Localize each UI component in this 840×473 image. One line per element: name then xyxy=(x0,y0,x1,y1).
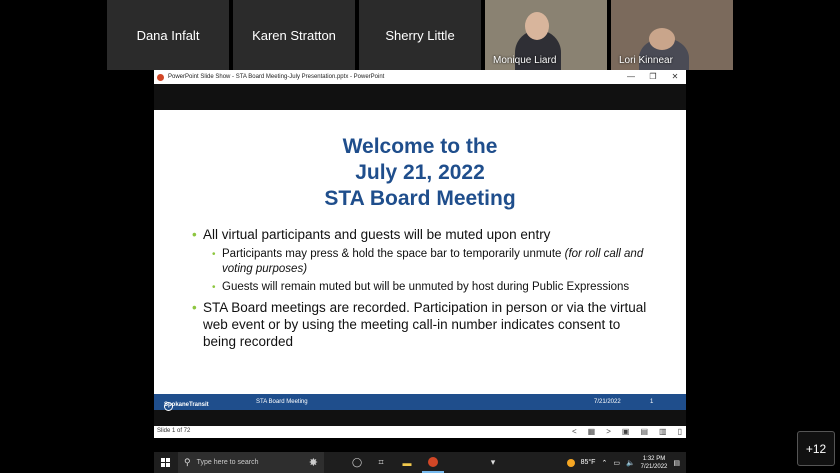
widgets-icon[interactable]: ⌗ xyxy=(370,452,392,473)
search-placeholder: Type here to search xyxy=(196,459,259,466)
close-button[interactable]: ✕ xyxy=(664,70,686,84)
participant-video-tile[interactable]: Lori Kinnear xyxy=(611,0,733,70)
window-title-bar: PowerPoint Slide Show - STA Board Meetin… xyxy=(154,70,686,84)
notifications-icon[interactable]: ▤ xyxy=(673,459,680,467)
minimize-button[interactable]: — xyxy=(620,70,642,84)
slideshow-status-bar: Slide 1 of 72 < ▦ > ▣ ▤ ▥ ▯ xyxy=(154,426,686,438)
slide-sorter-button[interactable]: ▤ xyxy=(640,427,648,436)
slide: Welcome to the July 21, 2022 STA Board M… xyxy=(154,110,686,411)
participant-name: Monique Liard xyxy=(493,55,557,66)
reading-view-button[interactable]: ▥ xyxy=(659,427,667,436)
slide-title-line: STA Board Meeting xyxy=(324,187,516,210)
powerpoint-icon xyxy=(157,73,164,81)
sub-bullet: Guests will remain muted but will be unm… xyxy=(212,280,652,295)
next-slide-button[interactable]: > xyxy=(606,427,611,436)
weather-icon xyxy=(566,458,575,467)
participant-video xyxy=(525,12,549,40)
volume-icon[interactable]: 🔈 xyxy=(626,459,635,467)
participant-tile[interactable]: Dana Infalt xyxy=(107,0,229,70)
participant-video-tile[interactable]: Monique Liard xyxy=(485,0,607,70)
system-tray: 85°F ⌃ ▭ 🔈 1:32 PM 7/21/2022 ▤ xyxy=(566,452,686,473)
slide-title-line: July 21, 2022 xyxy=(355,161,485,184)
windows-taskbar: ⚲ Type here to search ✸ ◯ ⌗ ▬ ▾ 85°F ⌃ ▭… xyxy=(154,452,686,473)
search-highlight-icon: ✸ xyxy=(308,457,318,469)
sub-bullet: Participants may press & hold the space … xyxy=(212,247,652,277)
restore-button[interactable]: ❐ xyxy=(642,70,664,84)
clock-date: 7/21/2022 xyxy=(640,463,668,470)
slide-menu-button[interactable]: ▦ xyxy=(588,427,596,436)
participant-name: Dana Infalt xyxy=(136,27,200,43)
powerpoint-window: PowerPoint Slide Show - STA Board Meetin… xyxy=(154,70,686,438)
normal-view-button[interactable]: ▣ xyxy=(622,427,630,436)
taskbar-clock[interactable]: 1:32 PM 7/21/2022 xyxy=(641,455,668,471)
weather-temp[interactable]: 85°F xyxy=(581,459,596,466)
network-icon[interactable]: ▭ xyxy=(613,459,620,467)
scroll-down-icon[interactable]: ▾ xyxy=(482,452,504,473)
slide-indicator: Slide 1 of 72 xyxy=(157,428,191,434)
participant-video xyxy=(649,28,675,50)
slide-bullets: All virtual participants and guests will… xyxy=(192,226,652,354)
participant-tile[interactable]: Karen Stratton xyxy=(233,0,355,70)
logo-text: SpokaneTransit xyxy=(164,402,209,408)
participant-name: Sherry Little xyxy=(385,27,455,43)
powerpoint-taskbar-icon[interactable] xyxy=(422,452,444,473)
slide-title-line: Welcome to the xyxy=(342,135,498,158)
file-explorer-icon[interactable]: ▬ xyxy=(396,452,418,473)
footer-page-number: 1 xyxy=(650,399,654,405)
bullet: STA Board meetings are recorded. Partici… xyxy=(192,299,652,350)
bullet: All virtual participants and guests will… xyxy=(192,226,652,243)
more-participants-button[interactable]: +12 xyxy=(797,431,835,466)
participant-name: Karen Stratton xyxy=(252,27,336,43)
search-icon: ⚲ xyxy=(184,457,191,467)
window-title: PowerPoint Slide Show - STA Board Meetin… xyxy=(168,74,385,80)
footer-title: STA Board Meeting xyxy=(256,399,308,405)
taskbar-search-box[interactable]: ⚲ Type here to search ✸ xyxy=(178,452,324,473)
slide-footer: SpokaneTransit STA Board Meeting 7/21/20… xyxy=(154,394,686,411)
clock-time: 1:32 PM xyxy=(642,455,666,462)
slide-title: Welcome to the July 21, 2022 STA Board M… xyxy=(154,134,686,212)
participant-name: Lori Kinnear xyxy=(619,55,673,66)
participant-tile[interactable]: Sherry Little xyxy=(359,0,481,70)
footer-date: 7/21/2022 xyxy=(594,399,621,405)
chevron-up-icon[interactable]: ⌃ xyxy=(601,459,607,467)
windows-start-icon[interactable] xyxy=(158,458,172,467)
task-view-icon[interactable]: ◯ xyxy=(346,452,368,473)
previous-slide-button[interactable]: < xyxy=(572,427,577,436)
sub-bullet-text: Participants may press & hold the space … xyxy=(222,248,565,260)
slideshow-button[interactable]: ▯ xyxy=(678,427,682,436)
